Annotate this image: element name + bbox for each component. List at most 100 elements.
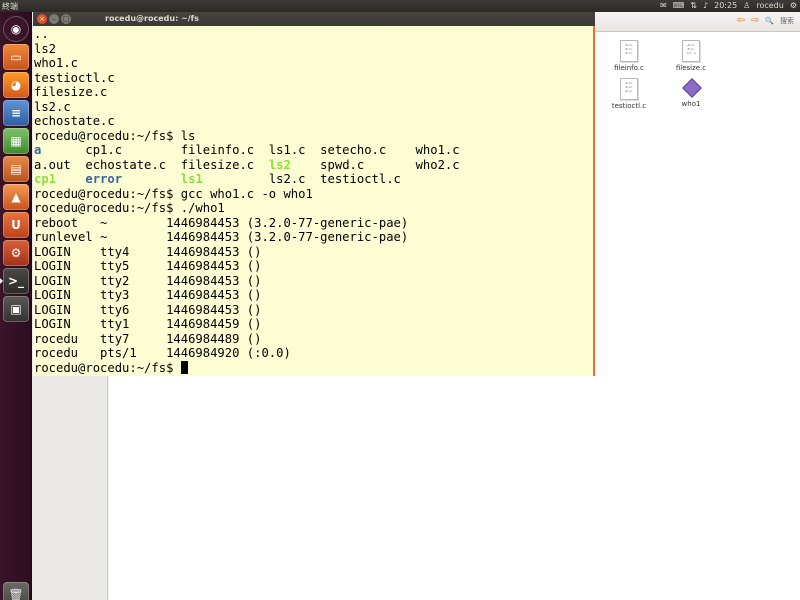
terminal-line: rocedu@rocedu:~/fs$ gcc who1.c -o who1 xyxy=(34,187,460,202)
terminal-titlebar[interactable]: × – □ rocedu@rocedu: ~/fs xyxy=(33,12,595,26)
firefox-icon[interactable]: ◕ xyxy=(3,72,29,98)
text-file-icon: #inc #inc int a xyxy=(682,40,700,62)
terminal-text: ls2 xyxy=(34,41,57,56)
executable-icon xyxy=(682,78,700,98)
text-file-icon: #inc #inc #inc xyxy=(620,78,638,100)
window-title: rocedu@rocedu: ~/fs xyxy=(105,14,199,23)
file-item[interactable]: #inc #inc #inc fileinfo.c xyxy=(601,40,657,72)
terminal-lines: .. ls2 who1.c testioctl.c filesize.c ls2.c ech… xyxy=(34,27,460,375)
maximize-icon[interactable]: □ xyxy=(61,14,71,24)
terminal-text: LOGIN tty3 1446984453 () xyxy=(34,288,262,302)
forward-arrow-icon[interactable]: ⇨ xyxy=(751,15,759,27)
ls-entry xyxy=(122,172,181,186)
workspace-switcher-icon[interactable]: ▣ xyxy=(3,296,29,322)
terminal-text: ls2.c xyxy=(34,99,71,114)
terminal-text: LOGIN tty2 1446984453 () xyxy=(34,273,262,288)
calc-icon[interactable]: ▦ xyxy=(3,128,29,154)
ls-entry: a xyxy=(34,143,86,157)
terminal-line: echostate.c xyxy=(34,114,460,129)
terminal-line: ls2.c xyxy=(34,100,460,115)
dash-home-icon[interactable]: ◉ xyxy=(3,16,29,42)
terminal-text: LOGIN tty5 1446984453 () xyxy=(34,259,262,273)
file-name: filesize.c xyxy=(675,64,707,72)
terminal-line: runlevel ~ 1446984453 (3.2.0-77-generic-… xyxy=(34,230,460,245)
file-name: testioctl.c xyxy=(611,102,647,110)
close-icon[interactable]: × xyxy=(37,14,47,24)
ls-entry: cp1 xyxy=(34,172,57,186)
ls-entry: a.out echostate.c filesize.c xyxy=(34,157,269,172)
mail-icon[interactable]: ✉ xyxy=(660,0,667,12)
file-item[interactable]: #inc #inc int a filesize.c xyxy=(663,40,719,72)
back-arrow-icon[interactable]: ⇦ xyxy=(737,15,745,27)
ls-entry xyxy=(56,172,85,186)
system-tray: ✉ ⌨ ⇅ ♪ 20:25 ♙ rocedu ⚙ xyxy=(660,0,797,12)
terminal-text: reboot ~ 1446984453 (3.2.0-77-generic-pa… xyxy=(34,215,409,230)
terminal-text: LOGIN tty1 1446984459 () xyxy=(34,317,262,331)
ls-entry: ls1 xyxy=(180,172,203,186)
user-name[interactable]: rocedu xyxy=(756,0,783,12)
terminal-line: rocedu@rocedu:~/fs$ xyxy=(34,360,460,376)
clock[interactable]: 20:25 xyxy=(714,0,737,12)
ls-entry: ls2 xyxy=(268,157,291,172)
terminal-line: a cp1.c fileinfo.c ls1.c setecho.c who1.… xyxy=(34,143,460,158)
terminal-text: LOGIN tty4 1446984453 () xyxy=(34,244,262,259)
user-icon[interactable]: ♙ xyxy=(743,0,750,12)
impress-icon[interactable]: ▤ xyxy=(3,156,29,182)
file-manager-toolbar: ⇦ ⇨ 🔍 搜索 xyxy=(594,12,800,32)
terminal-line: filesize.c xyxy=(34,85,460,100)
terminal-text: runlevel ~ 1446984453 (3.2.0-77-generic-… xyxy=(34,230,409,244)
terminal-line: LOGIN tty6 1446984453 () xyxy=(34,303,460,318)
terminal-text: rocedu@rocedu:~/fs$ ls xyxy=(34,128,196,143)
file-name: who1 xyxy=(681,100,701,108)
keyboard-icon[interactable]: ⌨ xyxy=(673,0,685,12)
terminal-line: LOGIN tty2 1446984453 () xyxy=(34,274,460,289)
terminal-text: LOGIN tty6 1446984453 () xyxy=(34,302,262,317)
terminal-text: rocedu pts/1 1446984920 (:0.0) xyxy=(34,346,291,360)
text-file-icon: #inc #inc #inc xyxy=(620,40,638,62)
writer-icon[interactable]: ≡ xyxy=(3,100,29,126)
ls-entry: error xyxy=(85,172,123,186)
terminal-line: LOGIN tty4 1446984453 () xyxy=(34,245,460,260)
terminal-text: who1.c xyxy=(34,56,79,70)
terminal-text: echostate.c xyxy=(34,114,115,128)
settings-icon[interactable]: ⚙ xyxy=(3,240,29,266)
file-name: fileinfo.c xyxy=(614,64,644,72)
ubuntu-one-icon[interactable]: U xyxy=(3,212,29,238)
file-item[interactable]: #inc #inc #inc testioctl.c xyxy=(601,78,657,110)
terminal-text: testioctl.c xyxy=(34,70,115,85)
terminal-text: rocedu@rocedu:~/fs$ ./who1 xyxy=(34,201,225,215)
network-icon[interactable]: ⇅ xyxy=(690,0,697,12)
terminal-line: .. xyxy=(34,27,460,42)
gear-icon[interactable]: ⚙ xyxy=(790,0,797,12)
text-cursor xyxy=(180,360,188,374)
terminal-line: rocedu pts/1 1446984920 (:0.0) xyxy=(34,346,460,361)
search-icon[interactable]: 🔍 xyxy=(765,15,774,27)
file-item[interactable]: who1 xyxy=(663,78,719,108)
terminal-line: testioctl.c xyxy=(34,71,460,86)
ls-entry: spwd.c who2.c xyxy=(290,157,460,172)
terminal-text: rocedu tty7 1446984489 () xyxy=(34,331,262,346)
software-center-icon[interactable]: ▲ xyxy=(3,184,29,210)
terminal-text: .. xyxy=(34,27,49,41)
ls-entry: ls2.c testioctl.c xyxy=(202,172,401,186)
terminal-text: filesize.c xyxy=(34,85,108,99)
launcher: ◉ ▭ ◕ ≡ ▦ ▤ ▲ U ⚙ >_ ▣ 🗑 xyxy=(0,12,32,600)
terminal-line: reboot ~ 1446984453 (3.2.0-77-generic-pa… xyxy=(34,216,460,231)
terminal-text: rocedu@rocedu:~/fs$ gcc who1.c -o who1 xyxy=(34,186,313,201)
active-app-label: 終端 xyxy=(2,2,18,11)
terminal-line: rocedu@rocedu:~/fs$ ./who1 xyxy=(34,201,460,216)
search-label[interactable]: 搜索 xyxy=(780,15,794,27)
terminal-line: who1.c xyxy=(34,56,460,71)
terminal-line: LOGIN tty5 1446984453 () xyxy=(34,259,460,274)
terminal-line: rocedu tty7 1446984489 () xyxy=(34,332,460,347)
terminal-line: LOGIN tty1 1446984459 () xyxy=(34,317,460,332)
terminal-line: a.out echostate.c filesize.c ls2 spwd.c … xyxy=(34,158,460,173)
terminal-line: rocedu@rocedu:~/fs$ ls xyxy=(34,129,460,144)
terminal-line: cp1 error ls1 ls2.c testioctl.c xyxy=(34,172,460,187)
terminal-icon[interactable]: >_ xyxy=(0,268,29,294)
trash-icon[interactable]: 🗑 xyxy=(3,582,29,600)
minimize-icon[interactable]: – xyxy=(49,14,59,24)
launcher-app-icon[interactable]: ▭ xyxy=(3,44,29,70)
volume-icon[interactable]: ♪ xyxy=(703,0,708,12)
terminal-output[interactable]: .. ls2 who1.c testioctl.c filesize.c ls2.c ech… xyxy=(33,26,595,376)
